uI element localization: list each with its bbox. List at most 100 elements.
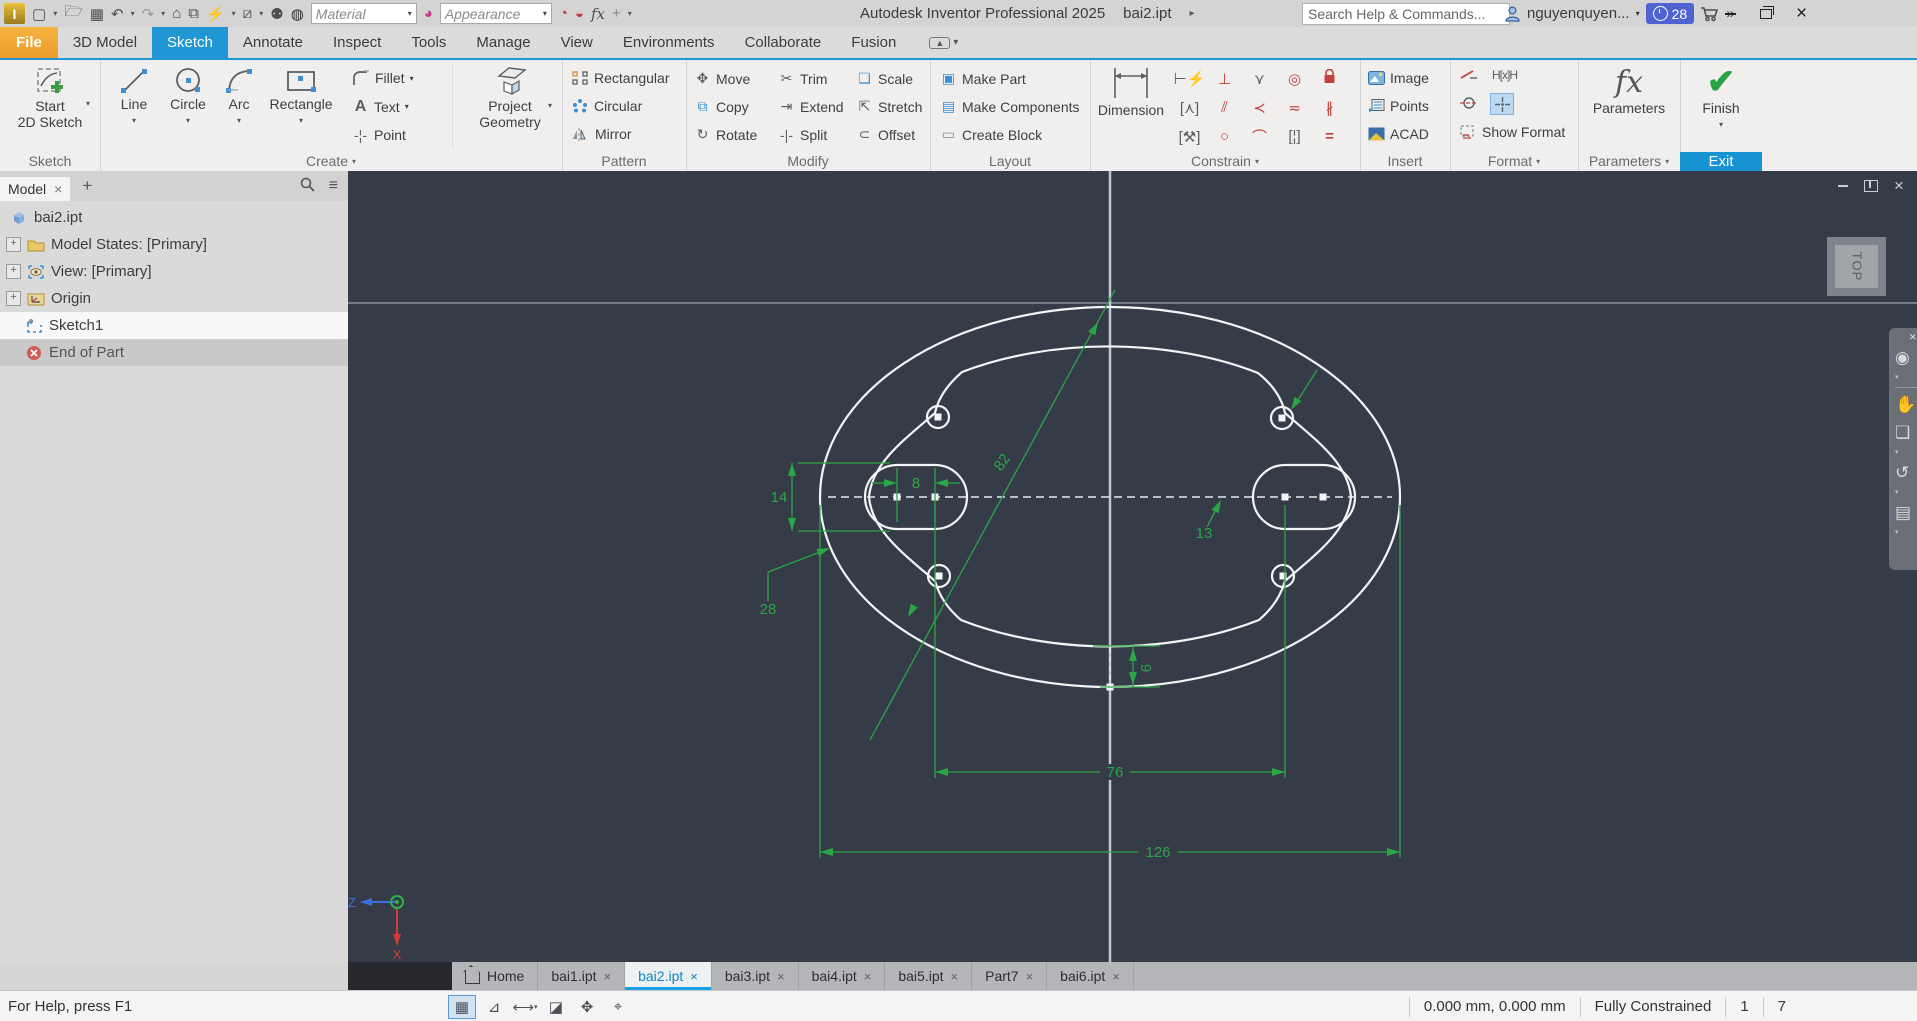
- precise-input-icon[interactable]: ⌖: [605, 996, 631, 1018]
- doc-close-icon[interactable]: ×: [1894, 176, 1904, 196]
- user-avatar-icon[interactable]: [1504, 5, 1521, 22]
- doc-tab-bai2[interactable]: bai2.ipt ×: [625, 962, 712, 990]
- close-tab-icon[interactable]: ×: [777, 969, 785, 984]
- navbar-menu-dropdown-icon[interactable]: ▾: [1895, 528, 1899, 538]
- auto-dimension-icon[interactable]: ⊢⚡: [1174, 70, 1206, 88]
- tab-annotate[interactable]: Annotate: [228, 27, 318, 58]
- doc-tab-bai3[interactable]: bai3.ipt ×: [712, 962, 799, 990]
- local-update-icon[interactable]: ⚡: [206, 5, 225, 23]
- tree-item-model-states[interactable]: + Model States: [Primary]: [0, 231, 348, 258]
- grid-snap-icon[interactable]: ▦: [448, 994, 476, 1019]
- close-tab-icon[interactable]: ×: [1112, 969, 1120, 984]
- split-button[interactable]: -|- Split: [778, 126, 827, 143]
- point-button[interactable]: -¦- Point: [352, 126, 406, 143]
- cart-icon[interactable]: [1700, 6, 1720, 22]
- close-button[interactable]: ×: [1796, 3, 1807, 25]
- make-components-button[interactable]: ▤ Make Components: [940, 98, 1080, 115]
- move-button[interactable]: ✥ Move: [694, 70, 751, 87]
- perpendicular-constraint-icon[interactable]: ⊥: [1218, 70, 1231, 88]
- doc-tile-icon[interactable]: [1864, 180, 1878, 192]
- insert-points-button[interactable]: Points: [1368, 98, 1429, 114]
- navigation-wheel-icon[interactable]: ◉: [1895, 345, 1910, 371]
- tab-manage[interactable]: Manage: [461, 27, 545, 58]
- lock-constraint-icon[interactable]: [1323, 68, 1336, 88]
- make-part-button[interactable]: ▣ Make Part: [940, 70, 1026, 87]
- adjust-appearance-icon[interactable]: ◔: [559, 5, 568, 22]
- tab-file[interactable]: File: [0, 27, 58, 58]
- navigation-wheel-dropdown-icon[interactable]: ▾: [1895, 373, 1899, 383]
- expand-icon[interactable]: +: [6, 291, 21, 306]
- navbar-close-icon[interactable]: ✕: [1909, 332, 1917, 343]
- orbit-icon[interactable]: ↺: [1895, 460, 1909, 486]
- parameters-button[interactable]: fx Parameters: [1592, 66, 1666, 117]
- stretch-button[interactable]: ⇱ Stretch: [856, 98, 923, 115]
- tab-tools[interactable]: Tools: [396, 27, 461, 58]
- close-tab-icon[interactable]: ×: [1026, 969, 1034, 984]
- ribbon-collapse-button[interactable]: ▲ ▾: [929, 27, 958, 58]
- close-tab-icon[interactable]: ×: [864, 969, 872, 984]
- tab-environments[interactable]: Environments: [608, 27, 730, 58]
- orbit-dropdown-icon[interactable]: ▾: [1895, 488, 1899, 498]
- browser-add-tab-icon[interactable]: +: [82, 176, 92, 196]
- start-2d-sketch-button[interactable]: Start 2D Sketch ▾: [14, 64, 90, 130]
- browser-search-icon[interactable]: [300, 177, 315, 192]
- new-file-icon[interactable]: ▢: [32, 5, 46, 23]
- text-button[interactable]: A Text ▾: [352, 98, 409, 115]
- tangent-circle-constraint-icon[interactable]: ○: [1220, 128, 1229, 145]
- doc-tab-home[interactable]: Home: [452, 962, 539, 990]
- tab-sketch[interactable]: Sketch: [152, 27, 228, 58]
- mirror-button[interactable]: Mirror: [572, 126, 632, 142]
- browser-tab-close-icon[interactable]: ×: [54, 181, 62, 197]
- project-geometry-button[interactable]: Project Geometry ▾: [470, 64, 552, 130]
- smooth-constraint-icon[interactable]: ⌒: [1252, 126, 1267, 147]
- home-view-icon[interactable]: ⌂: [172, 5, 181, 22]
- close-tab-icon[interactable]: ×: [604, 969, 612, 984]
- concentric-constraint-icon[interactable]: ◎: [1288, 70, 1301, 88]
- rectangular-pattern-button[interactable]: Rectangular: [572, 70, 670, 86]
- copy-button[interactable]: ⧉ Copy: [694, 98, 749, 115]
- symmetric-constraint-icon[interactable]: [¦]: [1288, 128, 1300, 145]
- doc-tab-part7[interactable]: Part7 ×: [972, 962, 1048, 990]
- doc-tab-bai4[interactable]: bai4.ipt ×: [799, 962, 886, 990]
- constraint-settings-icon[interactable]: [⚒]: [1179, 128, 1201, 146]
- tab-fusion[interactable]: Fusion: [836, 27, 911, 58]
- coincident-constraint-icon[interactable]: ⋎: [1254, 70, 1265, 88]
- vertical-constraint-icon[interactable]: ∦: [1326, 99, 1334, 117]
- line-button[interactable]: Line ▾: [110, 66, 158, 129]
- add-qat-icon[interactable]: +: [612, 5, 621, 22]
- render-style-icon[interactable]: ◍: [291, 5, 304, 23]
- extend-button[interactable]: ⇥ Extend: [778, 98, 844, 115]
- slice-graphics-icon[interactable]: ◪: [543, 996, 569, 1018]
- doc-tab-bai5[interactable]: bai5.ipt ×: [885, 962, 973, 990]
- help-search-box[interactable]: Search Help & Commands...: [1302, 3, 1510, 25]
- doc-tab-bai6[interactable]: bai6.ipt ×: [1047, 962, 1134, 990]
- user-name[interactable]: nguyenquyen...: [1527, 5, 1630, 22]
- dimension-labels[interactable]: 126 76 14 8 82 9 28 13: [760, 451, 1213, 861]
- qat-customize-icon[interactable]: ▾: [628, 9, 632, 18]
- browser-tab-model[interactable]: Model ×: [0, 177, 71, 201]
- center-point-toggle-button[interactable]: [1490, 93, 1514, 115]
- tree-item-sketch1[interactable]: Sketch1: [0, 312, 348, 339]
- close-tab-icon[interactable]: ×: [690, 969, 698, 984]
- measure-icon[interactable]: ⧄: [243, 5, 253, 22]
- look-at-icon[interactable]: ▤: [1895, 500, 1911, 526]
- user-dropdown-icon[interactable]: ▾: [1636, 9, 1640, 18]
- scale-button[interactable]: ❏ Scale: [856, 70, 913, 87]
- dimensions[interactable]: [767, 289, 1401, 858]
- measure-dropdown-icon[interactable]: ▾: [259, 9, 263, 18]
- material-combobox[interactable]: Material ▾: [310, 3, 417, 24]
- copy-object-icon[interactable]: ⧉: [188, 5, 199, 22]
- fillet-button[interactable]: Fillet ▾: [352, 70, 414, 86]
- show-constraints-icon[interactable]: [⋏]: [1180, 99, 1199, 117]
- constraint-inference-icon[interactable]: ⊿: [481, 996, 507, 1018]
- parallel-constraint-icon[interactable]: ⫽: [1221, 99, 1228, 116]
- save-icon[interactable]: ▦: [90, 5, 104, 23]
- tree-item-end-of-part[interactable]: End of Part: [0, 339, 348, 366]
- title-expand-icon[interactable]: ▸: [1190, 8, 1195, 19]
- zoom-icon[interactable]: ❏: [1895, 420, 1910, 446]
- equal-constraint-icon[interactable]: =: [1325, 128, 1334, 145]
- tree-item-origin[interactable]: + Origin: [0, 285, 348, 312]
- view-cube-face-label[interactable]: TOP: [1849, 252, 1864, 282]
- tab-collaborate[interactable]: Collaborate: [730, 27, 837, 58]
- doc-minimize-icon[interactable]: [1838, 185, 1848, 187]
